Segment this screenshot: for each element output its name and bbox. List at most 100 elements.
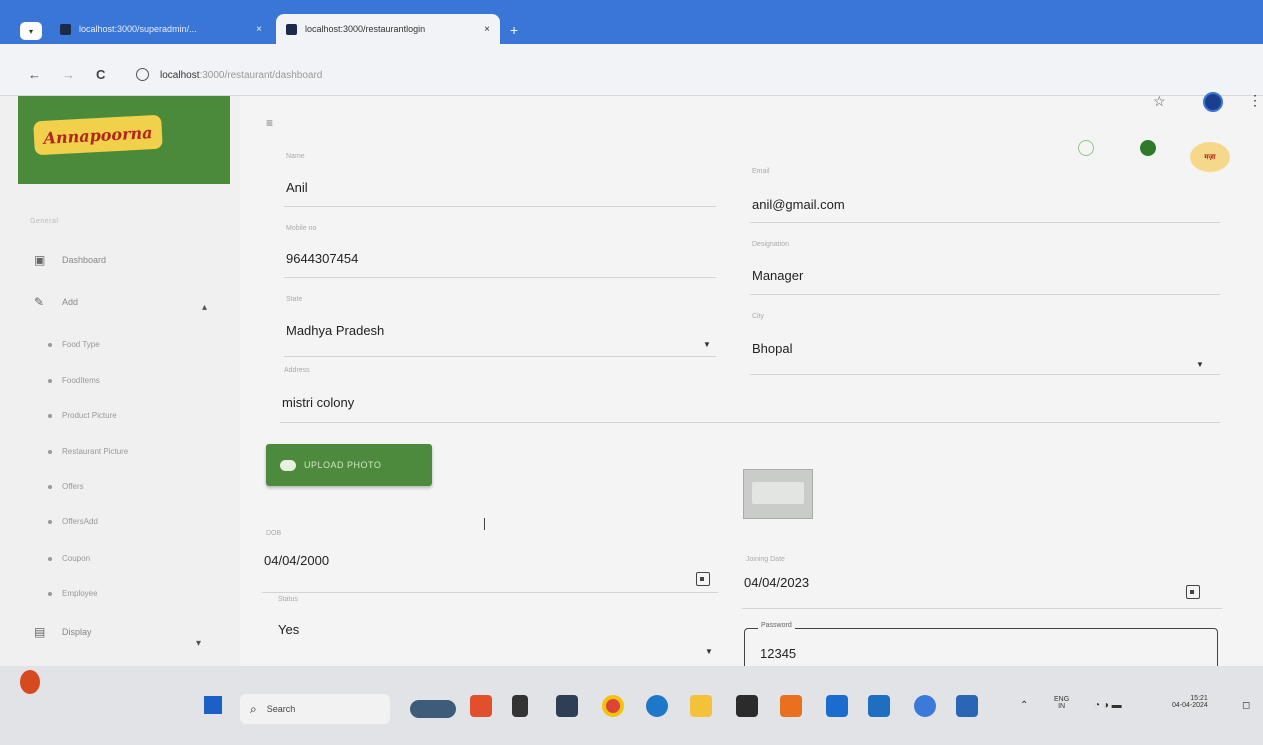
joining-date-underline	[742, 608, 1222, 609]
widgets-icon[interactable]	[410, 700, 456, 718]
dashboard-icon: ▣	[34, 253, 46, 267]
hamburger-menu-icon[interactable]: ≡	[266, 116, 273, 130]
state-dropdown-icon[interactable]: ▼	[703, 340, 711, 349]
dob-underline	[262, 592, 718, 593]
email-underline	[750, 222, 1220, 223]
windows-taskbar	[0, 666, 1263, 745]
app-icon[interactable]	[826, 695, 848, 717]
sidebar-subitem-restaurant-picture[interactable]: Restaurant Picture	[48, 447, 128, 456]
forward-button[interactable]: →	[62, 67, 75, 82]
weather-widget-icon[interactable]	[20, 670, 40, 694]
state-select[interactable]: Madhya Pradesh	[286, 323, 384, 338]
vscode-icon[interactable]	[868, 695, 890, 717]
avatar-text: मज़ा	[1204, 153, 1216, 161]
favicon-icon	[60, 23, 71, 35]
joining-date-label: Joining Date	[746, 556, 785, 563]
sidebar-subitem-label: Restaurant Picture	[62, 447, 129, 456]
close-tab-icon[interactable]: ×	[484, 24, 490, 35]
cube-icon[interactable]	[1078, 140, 1094, 156]
designation-label: Designation	[752, 241, 789, 248]
mobile-input[interactable]: 9644307454	[286, 251, 358, 266]
chevron-down-icon[interactable]: ▾	[196, 638, 201, 649]
calendar-icon[interactable]	[1186, 585, 1200, 599]
sidebar-subitem-offersadd[interactable]: OffersAdd	[48, 517, 98, 526]
restaurant-avatar[interactable]: मज़ा	[1190, 142, 1230, 172]
joining-date-input[interactable]: 04/04/2023	[744, 575, 809, 590]
file-explorer-icon[interactable]	[690, 695, 712, 717]
sidebar-item-add[interactable]: ✎ Add	[34, 296, 78, 308]
url-field[interactable]: localhost:3000/restaurant/dashboard	[160, 70, 322, 81]
notification-icon[interactable]	[1140, 140, 1156, 156]
email-input[interactable]: anil@gmail.com	[752, 197, 845, 212]
chevron-up-icon[interactable]: ▴	[202, 302, 207, 313]
upload-photo-button[interactable]: UPLOAD PHOTO	[266, 444, 432, 486]
bullet-icon	[48, 378, 52, 383]
brand-logo[interactable]: Annapoorna	[18, 96, 230, 184]
text-cursor	[484, 518, 485, 530]
wifi-volume-battery-icons[interactable]: ◔ ◑ ▬	[1094, 700, 1122, 711]
taskbar-search-label: Search	[266, 704, 296, 714]
windows-start-icon[interactable]	[204, 696, 222, 714]
sidebar-subitem-offers[interactable]: Offers	[48, 482, 84, 491]
notifications-icon[interactable]: ◻	[1242, 700, 1250, 711]
reload-button[interactable]: C	[96, 67, 105, 82]
clock-time: 15:21	[1190, 695, 1208, 702]
browser-tab-restaurantlogin[interactable]: localhost:3000/restaurantlogin ×	[276, 14, 500, 44]
sidebar-subitem-coupon[interactable]: Coupon	[48, 554, 90, 563]
sidebar-subitem-employee[interactable]: Employee	[48, 589, 98, 598]
new-tab-button[interactable]: +	[510, 22, 518, 38]
close-tab-icon[interactable]: ×	[256, 24, 262, 35]
tab-search-button[interactable]: ▾	[20, 22, 42, 40]
url-host: localhost	[160, 70, 200, 81]
favicon-icon	[286, 23, 297, 35]
taskbar-clock[interactable]: 15:21 04-04-2024	[1172, 695, 1208, 709]
file-app-icon[interactable]	[556, 695, 578, 717]
app-icon[interactable]	[914, 695, 936, 717]
name-input[interactable]: Anil	[286, 180, 308, 195]
chrome-icon[interactable]	[602, 695, 624, 717]
search-icon: ⌕	[250, 701, 257, 716]
back-button[interactable]: ←	[28, 67, 41, 82]
sidebar-subitem-label: Offers	[62, 482, 84, 491]
browser-tab-superadmin[interactable]: localhost:3000/superadmin/... ×	[50, 14, 272, 44]
address-input[interactable]: mistri colony	[282, 395, 354, 410]
sidebar-subitem-product-picture[interactable]: Product Picture	[48, 411, 117, 420]
mail-icon[interactable]	[780, 695, 802, 717]
bullet-icon	[48, 556, 52, 561]
tray-chevron-icon[interactable]: ⌃	[1020, 700, 1028, 711]
profile-avatar[interactable]	[1203, 92, 1223, 112]
logo-badge: Annapoorna	[33, 114, 163, 156]
site-info-icon[interactable]	[136, 68, 149, 81]
status-select[interactable]: Yes	[278, 622, 299, 637]
url-path: :3000/restaurant/dashboard	[199, 70, 323, 81]
bullet-icon	[48, 449, 52, 454]
bookmark-star-icon[interactable]: ☆	[1153, 93, 1166, 110]
dob-input[interactable]: 04/04/2000	[264, 553, 329, 568]
sidebar-subitem-fooditems[interactable]: FoodItems	[48, 376, 100, 385]
calendar-icon[interactable]	[696, 572, 710, 586]
photos-app-icon[interactable]	[470, 695, 492, 717]
browser-menu-icon[interactable]: ⋮	[1248, 92, 1262, 109]
city-select[interactable]: Bhopal	[752, 341, 792, 356]
address-underline	[280, 422, 1220, 423]
app-icon[interactable]	[956, 695, 978, 717]
city-dropdown-icon[interactable]: ▼	[1196, 360, 1204, 369]
sidebar-item-dashboard[interactable]: ▣ Dashboard	[34, 254, 106, 266]
sidebar-item-label: Add	[62, 297, 79, 307]
task-view-icon[interactable]	[512, 695, 528, 717]
sidebar-item-display[interactable]: ▤ Display	[34, 626, 92, 638]
store-icon[interactable]	[736, 695, 758, 717]
designation-input[interactable]: Manager	[752, 268, 803, 283]
designation-underline	[750, 294, 1220, 295]
edge-icon[interactable]	[646, 695, 668, 717]
status-dropdown-icon[interactable]: ▼	[705, 647, 713, 656]
bullet-icon	[48, 591, 52, 596]
sidebar-item-label: Dashboard	[62, 255, 107, 265]
display-icon: ▤	[34, 625, 46, 639]
password-value: 12345	[760, 646, 797, 661]
language-indicator[interactable]: ENG IN	[1054, 696, 1069, 710]
taskbar-search-box[interactable]: ⌕ Search	[240, 694, 390, 724]
sidebar-subitem-label: FoodItems	[62, 376, 100, 385]
sidebar-subitem-food-type[interactable]: Food Type	[48, 340, 100, 349]
mobile-label: Mobile no	[286, 225, 317, 232]
